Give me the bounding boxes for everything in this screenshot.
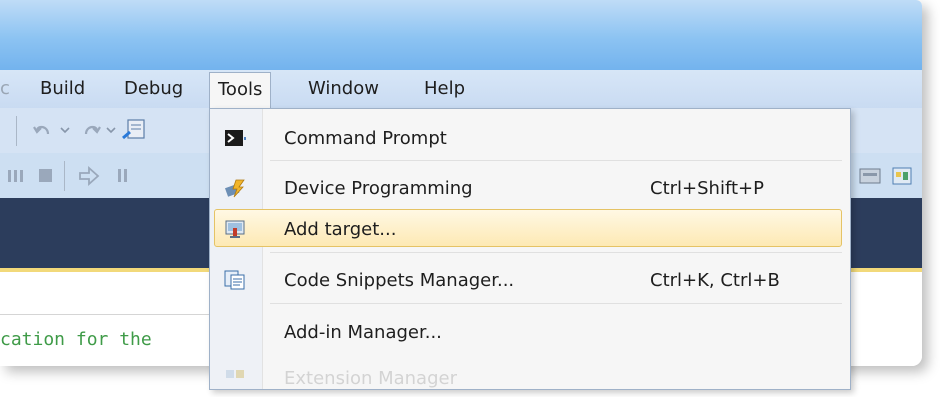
server-explorer-icon[interactable] <box>858 165 882 187</box>
break-all-icon[interactable] <box>4 167 28 185</box>
add-target-icon <box>225 220 245 238</box>
menu-item-device-programming[interactable]: Device Programming Ctrl+Shift+P <box>210 169 850 207</box>
menu-separator <box>270 160 842 161</box>
menu-item-code-snippets-manager[interactable]: Code Snippets Manager... Ctrl+K, Ctrl+B <box>210 261 850 299</box>
menu-item-add-target[interactable]: Add target... <box>214 209 842 247</box>
menu-item-shortcut: Ctrl+Shift+P <box>650 178 764 199</box>
menu-separator <box>270 252 842 253</box>
command-prompt-icon <box>225 130 246 146</box>
menu-item-command-prompt[interactable]: Command Prompt <box>210 119 850 157</box>
undo-icon[interactable] <box>32 120 54 140</box>
menu-item-label: Add target... <box>284 219 397 240</box>
menu-item-add-in-manager[interactable]: Add-in Manager... <box>210 313 850 351</box>
redo-icon[interactable] <box>80 120 102 140</box>
menu-item-extension-manager[interactable]: Extension Manager <box>210 359 850 397</box>
show-next-statement-icon[interactable] <box>78 165 100 187</box>
extension-manager-icon <box>226 370 244 378</box>
toolbox-icon[interactable] <box>890 165 914 187</box>
menu-tools[interactable]: Tools <box>209 72 272 108</box>
chevron-down-icon[interactable] <box>60 126 70 134</box>
menu-help[interactable]: Help <box>424 78 465 99</box>
menu-item-label: Command Prompt <box>284 128 447 149</box>
toolbar-separator <box>16 116 17 146</box>
device-programming-icon <box>224 179 245 198</box>
menu-item-fragment[interactable]: c <box>0 78 10 99</box>
tools-menu-dropdown: Command Prompt Device Programming Ctrl+S… <box>209 108 851 390</box>
menu-item-label: Device Programming <box>284 178 473 199</box>
editor-divider <box>0 314 210 315</box>
menu-debug[interactable]: Debug <box>124 78 183 99</box>
toolbar-separator <box>64 161 65 191</box>
menu-separator <box>270 303 842 304</box>
code-comment-line: cation for the <box>0 329 152 350</box>
chevron-down-icon[interactable] <box>106 126 116 134</box>
menu-build[interactable]: Build <box>40 78 85 99</box>
code-snippets-icon <box>224 270 245 290</box>
menu-item-shortcut: Ctrl+K, Ctrl+B <box>650 270 780 291</box>
menu-bar: c Build Debug Tools Window Help <box>0 70 922 109</box>
find-in-files-icon[interactable] <box>122 118 146 142</box>
step-icon[interactable] <box>116 168 130 184</box>
menu-item-label: Add-in Manager... <box>284 322 442 343</box>
menu-item-label: Code Snippets Manager... <box>284 270 515 291</box>
stop-icon[interactable] <box>38 168 54 184</box>
title-bar <box>0 0 922 70</box>
menu-window[interactable]: Window <box>308 78 379 99</box>
